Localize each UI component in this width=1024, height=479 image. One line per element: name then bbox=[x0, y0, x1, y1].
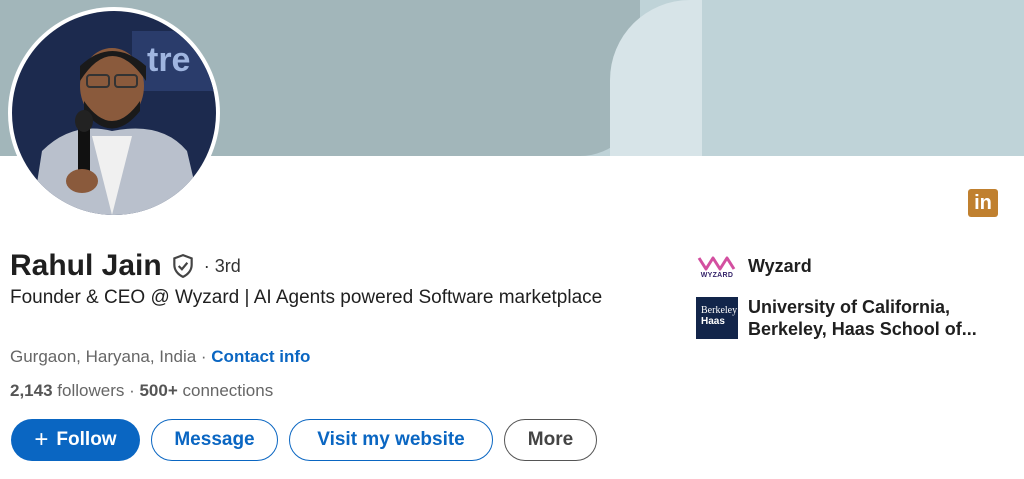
berkeley-haas-logo: Berkeley Haas bbox=[696, 297, 738, 339]
location-text: Gurgaon, Haryana, India · bbox=[10, 347, 212, 366]
wyzard-logo-text: WYZARD bbox=[700, 271, 734, 279]
followers-label: followers bbox=[52, 381, 125, 400]
logo-line: Haas bbox=[701, 316, 725, 327]
education[interactable]: Berkeley Haas University of California, … bbox=[696, 296, 977, 340]
profile-name: Rahul Jain bbox=[10, 249, 162, 282]
message-button[interactable]: Message bbox=[151, 419, 278, 461]
location-row: Gurgaon, Haryana, India · Contact info bbox=[10, 347, 310, 367]
verified-shield-icon[interactable] bbox=[170, 253, 196, 279]
wyzard-logo: WYZARD bbox=[696, 248, 738, 284]
svg-text:tre: tre bbox=[147, 41, 190, 79]
banner-shape bbox=[702, 0, 1024, 156]
school-name-line: Berkeley, Haas School of... bbox=[748, 319, 977, 339]
connections-count[interactable]: 500+ bbox=[139, 381, 177, 400]
school-name[interactable]: University of California, Berkeley, Haas… bbox=[748, 296, 977, 340]
visit-website-button[interactable]: Visit my website bbox=[289, 419, 493, 461]
connections-label[interactable]: connections bbox=[178, 381, 273, 400]
school-name-line: University of California, bbox=[748, 297, 951, 317]
wyzard-logo-mark bbox=[697, 256, 736, 270]
stats-separator: · bbox=[124, 381, 140, 400]
profile-actions: + Follow Message Visit my website More bbox=[11, 419, 597, 461]
follow-button[interactable]: + Follow bbox=[11, 419, 140, 461]
followers-count: 2,143 bbox=[10, 381, 53, 400]
plus-icon: + bbox=[34, 426, 49, 453]
connection-degree: · 3rd bbox=[203, 255, 241, 276]
profile-stats: 2,143 followers · 500+ connections bbox=[10, 381, 273, 401]
more-button[interactable]: More bbox=[504, 419, 597, 461]
current-company[interactable]: WYZARD Wyzard bbox=[696, 248, 977, 284]
profile-aside: WYZARD Wyzard Berkeley Haas University o… bbox=[696, 248, 977, 352]
avatar-photo: tre bbox=[12, 11, 216, 215]
profile-avatar[interactable]: tre bbox=[8, 7, 220, 219]
follow-label: Follow bbox=[56, 429, 117, 450]
company-name[interactable]: Wyzard bbox=[748, 255, 812, 277]
contact-info-link[interactable]: Contact info bbox=[211, 347, 310, 366]
profile-headline: Founder & CEO @ Wyzard | AI Agents power… bbox=[10, 287, 603, 308]
name-row: Rahul Jain · 3rd bbox=[10, 246, 241, 286]
linkedin-icon: in bbox=[968, 189, 998, 217]
logo-line: Berkeley bbox=[701, 305, 738, 316]
